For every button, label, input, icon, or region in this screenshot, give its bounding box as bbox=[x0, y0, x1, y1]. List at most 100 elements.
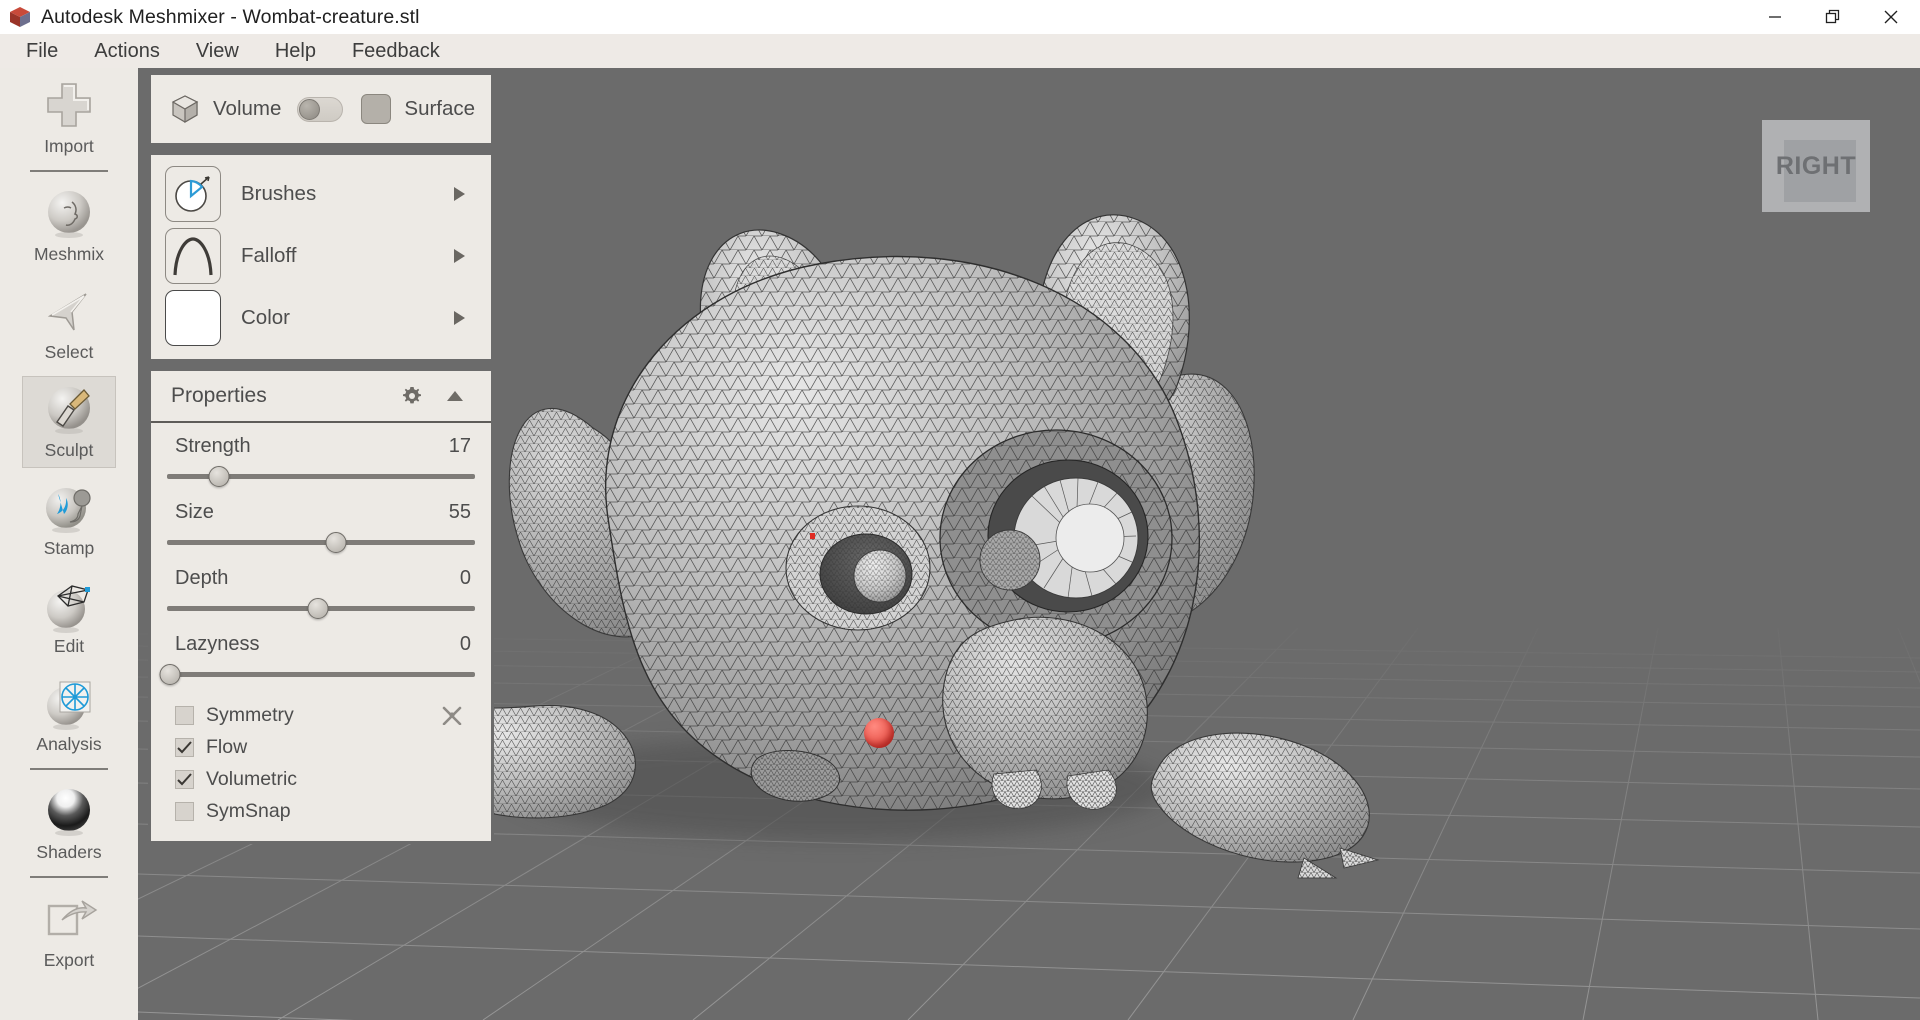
checkbox-label: Volumetric bbox=[206, 768, 297, 791]
slider-track-rail bbox=[167, 672, 475, 677]
properties-title: Properties bbox=[171, 384, 267, 408]
chevron-right-icon[interactable] bbox=[451, 309, 467, 327]
menu-actions[interactable]: Actions bbox=[76, 34, 178, 68]
slider-thumb[interactable] bbox=[307, 598, 328, 619]
brush-options-group: Brushes Falloff Color bbox=[148, 152, 494, 362]
mesh-part-right-eye bbox=[940, 430, 1172, 646]
wrench-icon[interactable] bbox=[441, 705, 463, 725]
checkbox-symsnap[interactable] bbox=[175, 802, 194, 821]
minimize-button[interactable] bbox=[1746, 0, 1804, 34]
menu-view[interactable]: View bbox=[178, 34, 257, 68]
falloff-curve-icon bbox=[165, 228, 221, 284]
sidebar-item-stamp[interactable]: Stamp bbox=[0, 470, 138, 568]
checkmark-icon bbox=[177, 773, 192, 786]
volume-surface-toggle[interactable] bbox=[297, 97, 343, 122]
chevron-right-icon[interactable] bbox=[451, 185, 467, 203]
triangle-up-icon[interactable] bbox=[445, 389, 465, 403]
restore-button[interactable] bbox=[1804, 0, 1862, 34]
sidebar-item-label: Stamp bbox=[44, 538, 95, 558]
toggle-knob bbox=[299, 99, 320, 120]
checkbox-row-symmetry[interactable]: Symmetry bbox=[167, 699, 475, 731]
checkbox-row-symsnap[interactable]: SymSnap bbox=[167, 795, 475, 827]
checkbox-volumetric[interactable] bbox=[175, 770, 194, 789]
checkbox-symmetry[interactable] bbox=[175, 706, 194, 725]
color-swatch-icon[interactable] bbox=[165, 290, 221, 346]
sidebar-item-label: Edit bbox=[54, 636, 84, 656]
menubar: File Actions View Help Feedback bbox=[0, 34, 1920, 68]
pivot-marker[interactable] bbox=[864, 718, 894, 748]
rounded-square-icon bbox=[361, 94, 391, 124]
cursor-arrow-icon bbox=[40, 282, 98, 340]
chevron-right-icon[interactable] bbox=[451, 247, 467, 265]
view-cube-right-face[interactable]: RIGHT bbox=[1762, 120, 1870, 212]
chrome-sphere-icon bbox=[40, 782, 98, 840]
gear-icon[interactable] bbox=[401, 385, 423, 407]
slider-lazyness: Lazyness 0 bbox=[167, 633, 475, 685]
face-sphere-icon bbox=[40, 184, 98, 242]
sidebar-divider-2 bbox=[30, 768, 108, 770]
properties-body: Strength 17 Size 55 bbox=[151, 423, 491, 841]
color-label: Color bbox=[241, 306, 290, 330]
checkbox-row-volumetric[interactable]: Volumetric bbox=[167, 763, 475, 795]
sidebar-item-label: Meshmix bbox=[34, 244, 104, 264]
checkbox-row-flow[interactable]: Flow bbox=[167, 731, 475, 763]
slider-track-size[interactable] bbox=[167, 531, 475, 553]
slider-thumb[interactable] bbox=[209, 466, 230, 487]
slider-value: 0 bbox=[460, 633, 471, 656]
sidebar-item-import[interactable]: Import bbox=[0, 68, 138, 166]
slider-track-lazyness[interactable] bbox=[167, 663, 475, 685]
sidebar-item-shaders[interactable]: Shaders bbox=[0, 774, 138, 872]
view-cube[interactable]: RIGHT bbox=[1758, 114, 1874, 220]
checkbox-label: Symmetry bbox=[206, 704, 294, 727]
brush-pie-icon bbox=[165, 166, 221, 222]
minimize-icon bbox=[1765, 7, 1785, 27]
slider-thumb[interactable] bbox=[160, 664, 181, 685]
sidebar-item-sculpt[interactable]: Sculpt bbox=[0, 372, 138, 470]
analysis-sphere-icon bbox=[40, 674, 98, 732]
sidebar-item-label: Shaders bbox=[36, 842, 101, 862]
sidebar-item-export[interactable]: Export bbox=[0, 882, 138, 980]
falloff-row[interactable]: Falloff bbox=[151, 225, 491, 287]
window-titlebar: Autodesk Meshmixer - Wombat-creature.stl bbox=[0, 0, 1920, 34]
sidebar-item-edit[interactable]: Edit bbox=[0, 568, 138, 666]
slider-thumb[interactable] bbox=[326, 532, 347, 553]
cube-icon bbox=[170, 94, 200, 124]
slider-label: Strength bbox=[175, 435, 251, 458]
slider-label: Size bbox=[175, 501, 214, 524]
menu-file[interactable]: File bbox=[8, 34, 76, 68]
close-button[interactable] bbox=[1862, 0, 1920, 34]
brush-sphere-icon bbox=[40, 380, 98, 438]
sidebar-item-meshmix[interactable]: Meshmix bbox=[0, 176, 138, 274]
view-cube-label: RIGHT bbox=[1776, 152, 1856, 181]
checkmark-icon bbox=[177, 741, 192, 754]
volume-label: Volume bbox=[213, 97, 281, 121]
slider-track-rail bbox=[167, 540, 475, 545]
slider-value: 17 bbox=[449, 435, 471, 458]
sidebar-item-label: Select bbox=[45, 342, 94, 362]
volume-surface-row: Volume Surface bbox=[151, 75, 491, 143]
properties-header: Properties bbox=[151, 371, 491, 423]
sidebar-divider-1 bbox=[30, 170, 108, 172]
brushes-row[interactable]: Brushes bbox=[151, 163, 491, 225]
restore-window-icon bbox=[1823, 7, 1843, 27]
sidebar-item-analysis[interactable]: Analysis bbox=[0, 666, 138, 764]
export-arrow-icon bbox=[40, 890, 98, 948]
sidebar-item-select[interactable]: Select bbox=[0, 274, 138, 372]
stamp-sphere-icon bbox=[40, 478, 98, 536]
slider-value: 0 bbox=[460, 567, 471, 590]
sculpt-tool-panel: Volume Surface Brushes bbox=[148, 72, 494, 850]
window-controls bbox=[1746, 0, 1920, 34]
slider-track-depth[interactable] bbox=[167, 597, 475, 619]
sidebar-divider-3 bbox=[30, 876, 108, 878]
slider-strength: Strength 17 bbox=[167, 435, 475, 487]
menu-help[interactable]: Help bbox=[257, 34, 334, 68]
checkbox-flow[interactable] bbox=[175, 738, 194, 757]
properties-group: Properties Strength 17 bbox=[148, 368, 494, 844]
falloff-label: Falloff bbox=[241, 244, 296, 268]
menu-feedback[interactable]: Feedback bbox=[334, 34, 458, 68]
checkbox-label: SymSnap bbox=[206, 800, 291, 823]
color-row[interactable]: Color bbox=[151, 287, 491, 349]
brush-hit-marker bbox=[810, 533, 815, 539]
slider-track-strength[interactable] bbox=[167, 465, 475, 487]
surface-label: Surface bbox=[404, 97, 475, 121]
